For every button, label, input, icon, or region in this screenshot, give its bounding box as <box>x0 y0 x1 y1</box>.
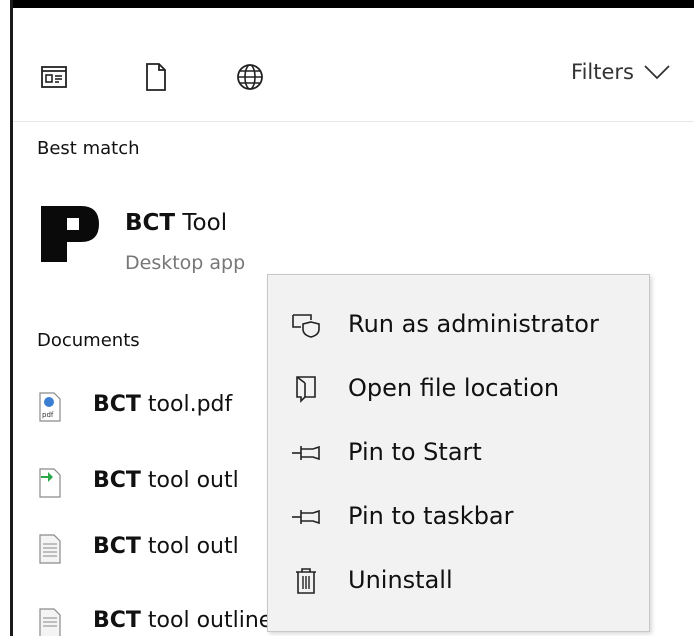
document-label: BCT tool.pdf <box>93 392 233 417</box>
web-filter-globe-icon[interactable] <box>235 62 265 92</box>
bct-tool-app-icon <box>37 200 105 268</box>
menu-item-label: Pin to taskbar <box>348 502 514 530</box>
open-file-location-menu-item[interactable]: Open file location <box>268 359 649 419</box>
document-label: BCT tool outl <box>93 468 239 493</box>
document-label: BCT tool outl <box>93 534 239 559</box>
filters-label: Filters <box>571 60 634 84</box>
apps-filter-icon[interactable] <box>39 62 69 92</box>
documents-heading: Documents <box>37 330 140 351</box>
best-match-name: BCT Tool <box>125 210 228 236</box>
run-as-administrator-menu-item[interactable]: Run as administrator <box>268 295 649 355</box>
pin-to-start-menu-item[interactable]: Pin to Start <box>268 423 649 483</box>
context-menu: Run as administrator Open file location <box>267 274 650 632</box>
trash-icon <box>290 565 322 597</box>
text-file-icon <box>39 534 61 564</box>
menu-item-label: Uninstall <box>348 566 453 594</box>
text-file-icon <box>39 608 61 636</box>
menu-item-label: Pin to Start <box>348 438 482 466</box>
pin-to-taskbar-menu-item[interactable]: Pin to taskbar <box>268 487 649 547</box>
best-match-heading: Best match <box>37 138 140 159</box>
left-gutter <box>0 8 10 636</box>
shield-run-icon <box>290 309 322 341</box>
chevron-down-icon <box>644 65 670 80</box>
pin-icon <box>290 501 322 533</box>
best-match-subtitle: Desktop app <box>125 252 246 274</box>
menu-item-label: Run as administrator <box>348 310 599 338</box>
uninstall-menu-item[interactable]: Uninstall <box>268 551 649 611</box>
menu-item-label: Open file location <box>348 374 560 402</box>
shortcut-file-icon <box>39 468 61 498</box>
pin-icon <box>290 437 322 469</box>
folder-location-icon <box>290 373 322 405</box>
search-toolbar: Filters <box>13 8 694 122</box>
window-top-border <box>10 0 694 8</box>
search-panel: Filters Best match BCT Tool Desktop app … <box>0 0 694 636</box>
document-filter-icon[interactable] <box>141 62 171 92</box>
pdf-file-icon: pdf <box>39 392 61 422</box>
svg-text:pdf: pdf <box>42 411 54 419</box>
filters-dropdown[interactable]: Filters <box>571 60 670 84</box>
